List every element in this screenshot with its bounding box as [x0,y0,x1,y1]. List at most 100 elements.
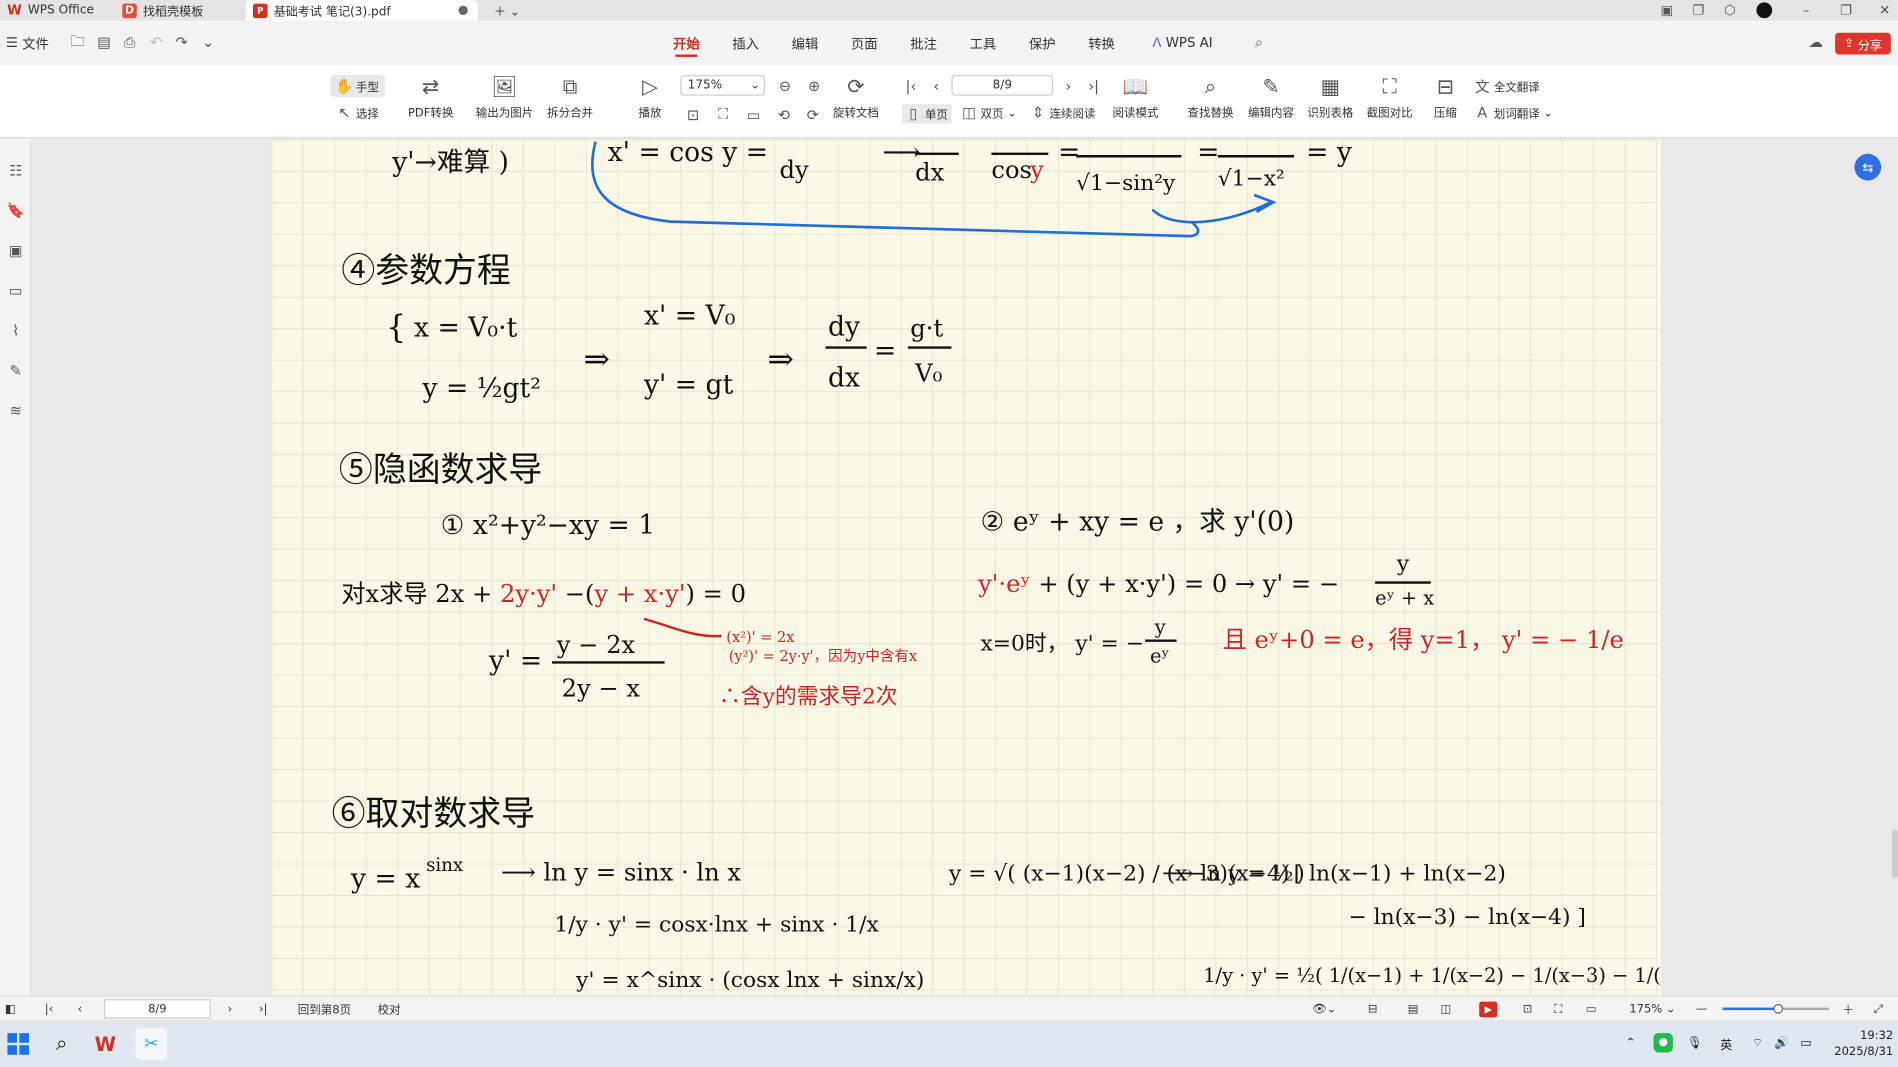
play-icon[interactable]: ▶ [1479,997,1498,1021]
proofread-button[interactable]: 校对 [378,997,401,1021]
next-page-button[interactable]: › [1060,77,1076,94]
zoom-in-icon[interactable]: ＋ [1842,997,1854,1021]
outline-icon[interactable]: ☷ [6,161,25,180]
last-page-icon[interactable]: ›| [259,997,267,1021]
undo-icon[interactable]: ↶ [148,34,165,51]
tab-wps-office[interactable]: W WPS Office [0,0,107,21]
wps-ai-menu[interactable]: ᐱ WPS AI [1152,21,1212,66]
battery-icon[interactable]: ▭ [1796,1033,1815,1052]
zoom-slider-knob[interactable] [1773,1004,1783,1014]
cloud-sync-icon[interactable]: ☁ [1807,34,1824,51]
prev-page-button[interactable]: ‹ [928,77,944,94]
zoom-out-icon[interactable]: — [1696,997,1707,1021]
menu-convert[interactable]: 转换 [1088,21,1115,66]
avatar[interactable] [1752,0,1776,21]
bookmark-icon[interactable]: 🔖 [6,201,25,220]
zoom-select[interactable]: 175% ⌄ [680,75,766,96]
cube-icon[interactable]: ⬡ [1718,0,1742,21]
microphone-icon[interactable]: 🎙 [1685,1033,1704,1052]
menu-page[interactable]: 页面 [851,21,878,66]
actual-size-button[interactable]: ▭ [746,106,762,123]
menu-protect[interactable]: 保护 [1029,21,1056,66]
menu-insert[interactable]: 插入 [732,21,759,66]
app-taskbar-icon[interactable]: ✂ [135,1028,168,1060]
wechat-icon[interactable]: ● [1653,1033,1673,1053]
continuous-read-button[interactable]: ⇕ 连续阅读 [1030,104,1096,121]
screenshot-compare-button[interactable]: ⛶ 截图对比 [1367,75,1413,120]
translate-float-icon[interactable]: ⇆ [1854,153,1882,181]
zoom-in-button[interactable]: ⊕ [806,77,822,94]
page-icon[interactable]: ▭ [1586,997,1597,1021]
menu-annotate[interactable]: 批注 [910,21,937,66]
clock[interactable]: 19:32 2025/8/31 [1825,1027,1893,1061]
back-to-page-button[interactable]: 回到第8页 [298,997,351,1021]
last-page-button[interactable]: ›| [1086,77,1102,94]
menu-edit[interactable]: 编辑 [792,21,819,66]
compress-button[interactable]: ⊟ 压缩 [1432,75,1459,120]
new-tab-button[interactable]: ＋ ⌄ [487,0,523,21]
chevron-left-icon[interactable]: ‹ [77,997,82,1021]
share-button[interactable]: ⇪ 分享 [1835,32,1891,55]
wps-taskbar-icon[interactable]: W [92,1031,119,1058]
menu-start[interactable]: 开始 [673,21,700,66]
close-icon[interactable]: ✕ [1873,0,1897,21]
full-translate-button[interactable]: 文全文翻译 [1474,78,1540,95]
window-icon[interactable]: ❐ [1686,0,1710,21]
rotate-left-button[interactable]: ⟲ [776,106,792,123]
menu-tools[interactable]: 工具 [970,21,997,66]
search-icon[interactable]: ⌕ [48,1031,75,1058]
layers-icon[interactable]: ≋ [6,401,25,420]
find-replace-button[interactable]: ⌕ 查找替换 [1188,75,1234,120]
status-zoom-select[interactable]: 175% ⌄ [1629,997,1675,1021]
fit-width-icon[interactable]: ⊟ [1368,997,1378,1021]
thumbnail-icon[interactable]: ▣ [6,241,25,260]
start-menu-icon[interactable] [5,1031,32,1058]
pdf-convert-button[interactable]: ⇄ PDF转换 [408,75,453,120]
save-icon[interactable]: ▤ [96,34,113,51]
export-image-button[interactable]: 🖼 输出为图片 [476,75,534,120]
chevron-right-icon[interactable]: › [228,997,233,1021]
comment-icon[interactable]: ▭ [6,281,25,300]
print-icon[interactable]: ⎙ [121,33,138,51]
zoom-out-button[interactable]: ⊖ [777,77,793,94]
fullscreen-fit-icon[interactable]: ⛶ [1554,997,1562,1021]
single-page-button[interactable]: ▯ 单页 [901,104,952,124]
single-page-icon[interactable]: ▤ [1408,997,1419,1021]
screenshot-icon[interactable]: ▣ [1655,0,1679,21]
page-input[interactable]: 8/9 [951,75,1054,96]
word-translate-button[interactable]: A 划词翻译 ⌄ [1474,104,1553,121]
split-merge-button[interactable]: ⧉ 拆分合并 [547,75,593,120]
fit-page-button[interactable]: ⊡ [685,106,701,123]
first-page-button[interactable]: |‹ [903,77,919,94]
zoom-slider[interactable] [1722,1004,1830,1014]
play-button[interactable]: ▷ 播放 [637,75,664,120]
volume-icon[interactable]: 🔊 [1772,1033,1791,1052]
tab-pdf[interactable]: P 基础考试 笔记(3).pdf ● [245,0,479,21]
edit-content-button[interactable]: ✎ 编辑内容 [1248,75,1294,120]
double-page-button[interactable]: ◫ 双页 ⌄ [961,104,1017,121]
panel-toggle-icon[interactable]: ◧ [5,997,16,1021]
eye-icon[interactable]: 👁⌄ [1312,997,1336,1021]
fullscreen-icon[interactable]: ⤢ [1874,997,1883,1021]
redo-icon[interactable]: ↷ [173,34,190,51]
hand-tool-button[interactable]: ✋ 手型 [330,75,385,97]
first-page-icon[interactable]: |‹ [45,997,53,1021]
fit-page-icon[interactable]: ⊡ [1523,997,1533,1021]
select-tool-button[interactable]: ↖ 选择 [337,104,379,121]
document-viewer[interactable]: y'→难算 ) x' = cos y = dy ⟶ dx cos y = √1−… [31,139,1898,996]
tab-template[interactable]: D 找稻壳模板 [115,0,236,21]
double-page-icon[interactable]: ◫ [1440,997,1451,1021]
scrollbar-thumb[interactable] [1892,829,1898,879]
input-language[interactable]: 英 [1716,1033,1735,1052]
fit-width-button[interactable]: ⛶ [715,105,731,122]
wifi-icon[interactable]: ⌔ [1748,1033,1767,1052]
minimize-icon[interactable]: – [1794,0,1818,21]
rotate-doc-button[interactable]: ⟳ 旋转文档 [833,75,879,120]
chevron-up-icon[interactable]: ⌃ [1622,1033,1639,1052]
file-menu[interactable]: ☰ 文件 [6,21,49,66]
read-mode-button[interactable]: 📖 阅读模式 [1112,75,1158,120]
unsaved-dot-icon[interactable]: ● [458,4,469,17]
open-folder-icon[interactable]: 🗀 [69,32,86,51]
status-page-input[interactable]: 8/9 [104,999,211,1019]
maximize-icon[interactable]: ❐ [1834,0,1858,21]
